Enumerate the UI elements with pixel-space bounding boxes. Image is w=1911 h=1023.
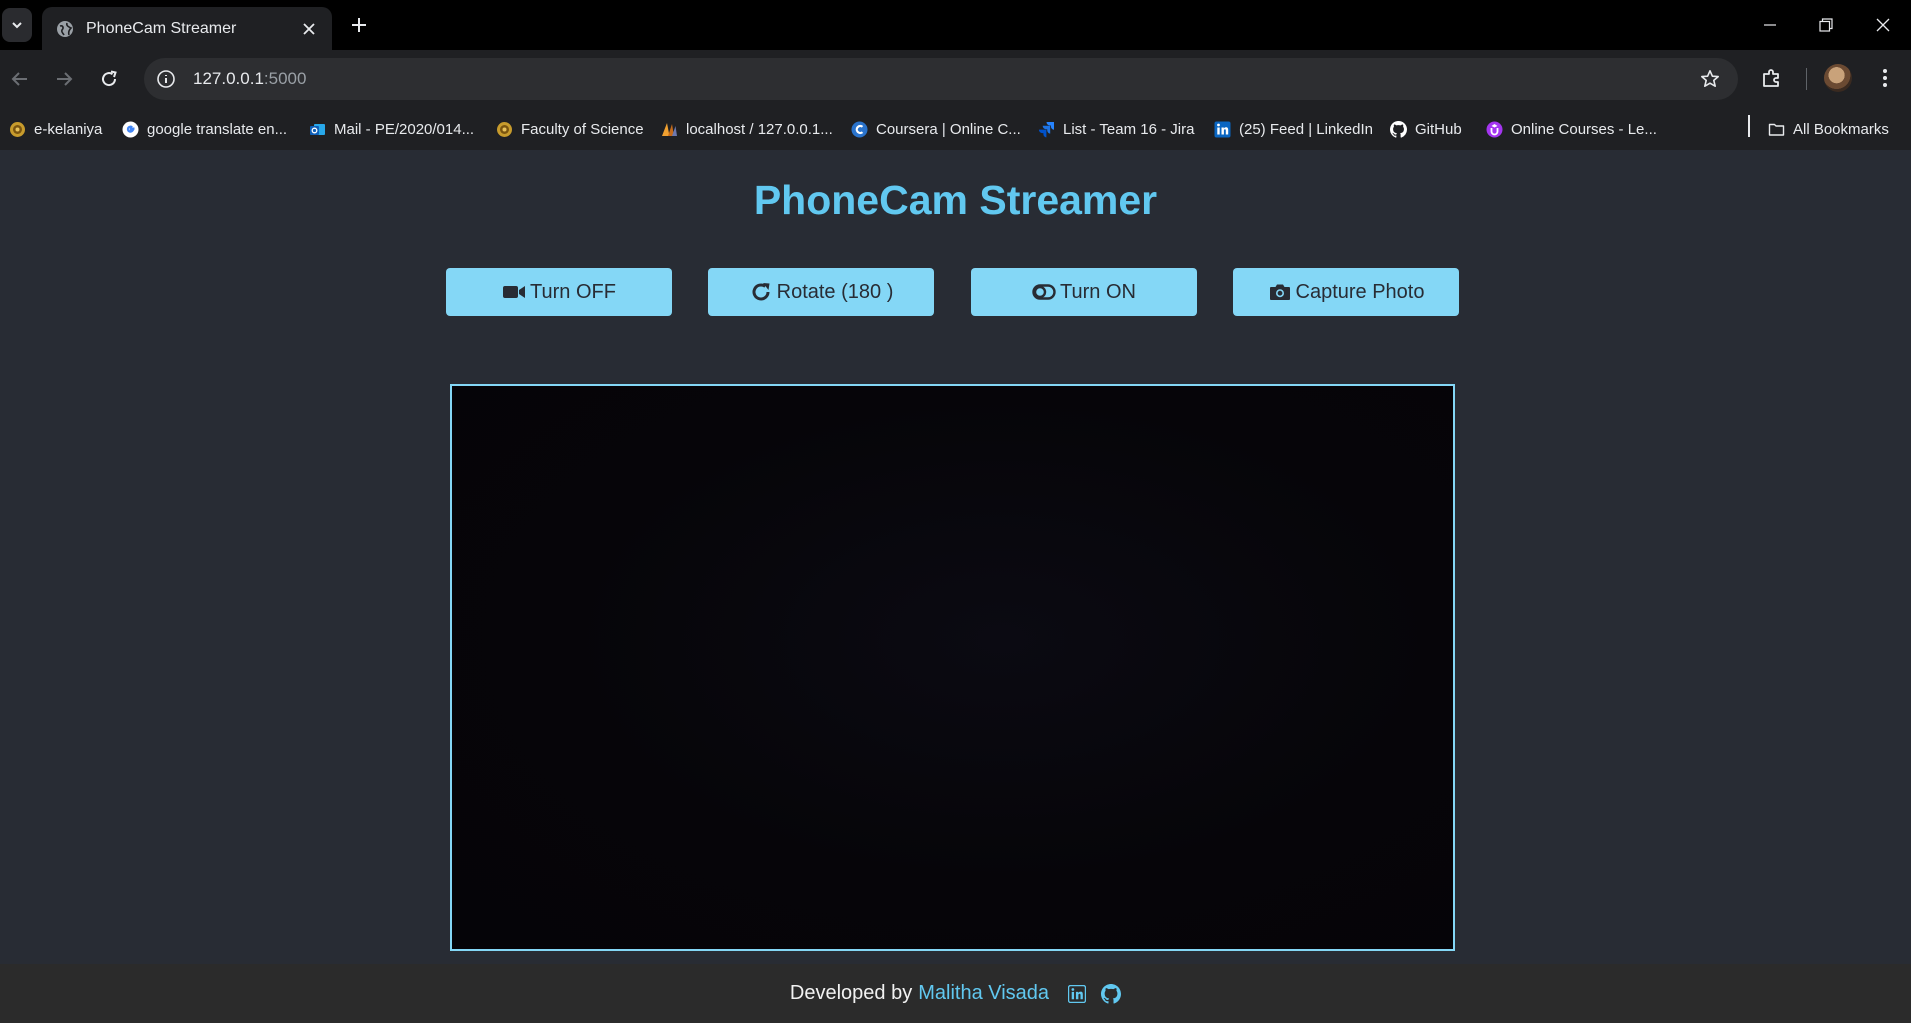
linkedin-icon[interactable]	[1067, 984, 1087, 1004]
capture-photo-button[interactable]: Capture Photo	[1233, 268, 1459, 316]
address-url: 127.0.0.1:5000	[193, 69, 306, 89]
university-seal-icon	[497, 121, 512, 137]
extensions-button[interactable]	[1755, 61, 1789, 95]
bookmark-mail[interactable]: Mail - PE/2020/014...	[309, 118, 474, 140]
bookmark-udemy[interactable]: Online Courses - Le...	[1486, 118, 1657, 140]
address-bar[interactable]: 127.0.0.1:5000	[144, 58, 1738, 100]
minimize-button[interactable]	[1750, 8, 1790, 42]
reload-icon	[102, 70, 117, 87]
bookmark-label: Faculty of Science	[521, 120, 644, 138]
bookmark-label: Coursera | Online C...	[876, 120, 1021, 138]
minimize-icon	[1764, 24, 1776, 26]
udemy-icon	[1486, 121, 1503, 137]
browser-toolbar: 127.0.0.1:5000	[0, 50, 1911, 108]
linkedin-icon	[1214, 121, 1231, 137]
bookmark-label: google translate en...	[147, 120, 288, 138]
restore-button[interactable]	[1806, 8, 1846, 42]
new-tab-button[interactable]	[344, 10, 374, 40]
globe-icon	[57, 20, 73, 37]
github-icon	[1390, 120, 1407, 138]
site-info-icon[interactable]	[149, 62, 183, 96]
browser-tab[interactable]: PhoneCam Streamer	[42, 7, 332, 50]
tab-title: PhoneCam Streamer	[86, 19, 237, 37]
arrow-left-icon	[11, 72, 27, 86]
close-icon	[1876, 18, 1890, 32]
chevron-down-icon	[12, 22, 22, 29]
camera-stream	[450, 384, 1455, 951]
developer-link[interactable]: Malitha Visada	[918, 982, 1049, 1005]
folder-icon	[1768, 123, 1785, 136]
footer: Developed by Malitha Visada	[0, 964, 1911, 1023]
footer-prefix: Developed by	[789, 982, 913, 1004]
bookmark-label: List - Team 16 - Jira	[1063, 120, 1195, 138]
google-icon	[122, 121, 139, 137]
all-bookmarks-label: All Bookmarks	[1793, 120, 1889, 138]
toolbar-separator	[1806, 68, 1807, 90]
turn-on-label: Turn ON	[1060, 280, 1136, 303]
profile-avatar[interactable]	[1824, 64, 1852, 92]
bookmark-label: e-kelaniya	[34, 120, 103, 138]
url-host: 127.0.0.1	[193, 69, 264, 88]
browser-menu-button[interactable]	[1870, 62, 1900, 94]
bookmark-github[interactable]: GitHub	[1390, 118, 1462, 140]
reload-button[interactable]	[91, 61, 127, 97]
turn-on-button[interactable]: Turn ON	[971, 268, 1197, 316]
all-bookmarks-button[interactable]: All Bookmarks	[1768, 118, 1889, 140]
tab-strip: PhoneCam Streamer	[0, 0, 1911, 50]
bookmarks-divider	[1748, 115, 1750, 137]
forward-button[interactable]	[46, 61, 82, 97]
back-button[interactable]	[2, 61, 38, 97]
tab-search-button[interactable]	[2, 8, 32, 42]
tab-close-icon[interactable]	[300, 20, 318, 38]
camera-icon	[1268, 281, 1292, 303]
url-port: :5000	[263, 69, 307, 88]
window-close-button[interactable]	[1863, 8, 1903, 42]
bookmark-star-icon[interactable]	[1696, 65, 1724, 93]
bookmark-linkedin[interactable]: (25) Feed | LinkedIn	[1214, 118, 1373, 140]
bookmarks-bar: e-kelaniya google translate en... Mail -…	[0, 108, 1911, 150]
page-content: PhoneCam Streamer Turn OFF Rotate (180 )…	[0, 150, 1911, 1023]
page-title: PhoneCam Streamer	[753, 177, 1158, 223]
turn-off-button[interactable]: Turn OFF	[446, 268, 672, 316]
bookmark-e-kelaniya[interactable]: e-kelaniya	[9, 118, 102, 140]
bookmark-label: Online Courses - Le...	[1511, 120, 1657, 138]
bookmark-jira[interactable]: List - Team 16 - Jira	[1038, 118, 1194, 140]
puzzle-icon	[1763, 69, 1779, 87]
more-vertical-icon	[1883, 69, 1887, 87]
bookmark-faculty-of-science[interactable]: Faculty of Science	[496, 118, 644, 140]
rotate-icon	[749, 281, 773, 303]
restore-icon	[1819, 18, 1833, 32]
university-seal-icon	[10, 121, 25, 137]
turn-off-label: Turn OFF	[530, 280, 616, 303]
bookmark-label: Mail - PE/2020/014...	[334, 120, 475, 138]
video-camera-icon	[502, 281, 526, 303]
arrow-right-icon	[57, 72, 73, 86]
jira-icon	[1038, 121, 1054, 137]
outlook-icon	[310, 123, 325, 135]
plus-icon	[352, 18, 366, 32]
coursera-icon	[851, 121, 868, 137]
bookmark-localhost[interactable]: localhost / 127.0.0.1...	[661, 118, 833, 140]
bookmark-google-translate[interactable]: google translate en...	[122, 118, 287, 140]
phpmyadmin-icon	[662, 122, 677, 136]
rotate-button[interactable]: Rotate (180 )	[708, 268, 934, 316]
bookmark-label: (25) Feed | LinkedIn	[1239, 120, 1373, 138]
bookmark-label: GitHub	[1415, 120, 1462, 138]
bookmark-coursera[interactable]: Coursera | Online C...	[851, 118, 1021, 140]
github-icon[interactable]	[1101, 983, 1122, 1004]
capture-photo-label: Capture Photo	[1295, 280, 1425, 303]
toggle-icon	[1032, 281, 1056, 303]
rotate-label: Rotate (180 )	[776, 280, 894, 303]
bookmark-label: localhost / 127.0.0.1...	[686, 120, 833, 138]
